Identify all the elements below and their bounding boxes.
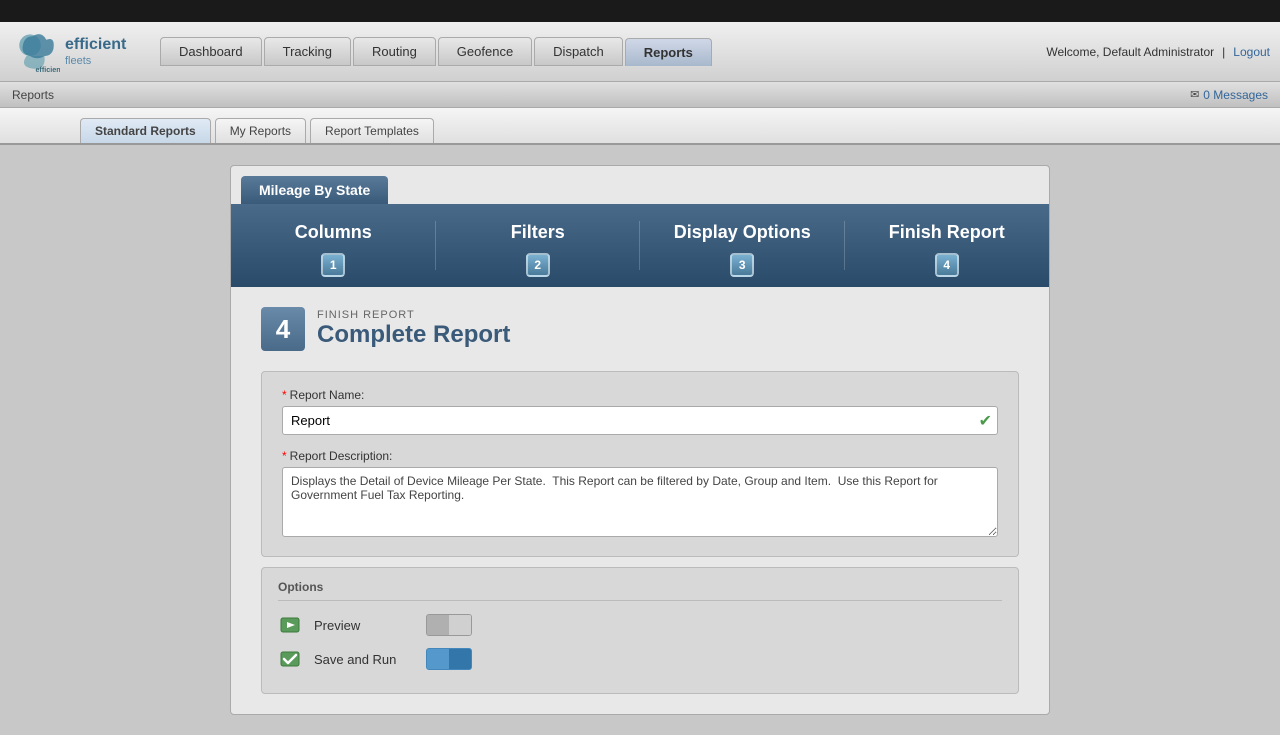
- wizard-step-filters[interactable]: Filters 2: [436, 204, 641, 287]
- wizard-step-display[interactable]: Display Options 3: [640, 204, 845, 287]
- required-star-desc: *: [282, 449, 287, 463]
- messages-area: ✉ 0 Messages: [1190, 88, 1268, 102]
- brand-name-fleets: fleets: [65, 55, 126, 68]
- report-name-wrapper: ✔: [282, 406, 998, 435]
- step-columns-label: Columns: [241, 222, 426, 243]
- top-bar: [0, 0, 1280, 22]
- checkmark-icon: ✔: [979, 411, 992, 431]
- save-run-label: Save and Run: [314, 652, 414, 667]
- toggle-off-half: [427, 615, 449, 635]
- logout-link[interactable]: Logout: [1233, 45, 1270, 59]
- header: efficient fleets efficient fleets Dashbo…: [0, 22, 1280, 82]
- preview-icon: [278, 613, 302, 637]
- envelope-icon: ✉: [1190, 88, 1199, 101]
- preview-svg-icon: [279, 614, 301, 636]
- preview-toggle[interactable]: [426, 614, 472, 636]
- step-title-col: FINISH REPORT Complete Report: [317, 309, 510, 349]
- logo-area: efficient fleets efficient fleets: [10, 29, 160, 74]
- report-card: Mileage By State Columns 1 Filters 2 Dis…: [230, 165, 1050, 715]
- form-area: *Report Name: ✔ *Report Description: Dis…: [261, 371, 1019, 557]
- step-filters-label: Filters: [446, 222, 631, 243]
- report-name-label: *Report Name:: [282, 388, 998, 402]
- step-finish-badge: 4: [935, 253, 959, 277]
- separator-icon: |: [1222, 45, 1225, 59]
- save-run-toggle[interactable]: [426, 648, 472, 670]
- wizard-step-columns[interactable]: Columns 1: [231, 204, 436, 287]
- nav-tab-geofence[interactable]: Geofence: [438, 37, 532, 66]
- sub-tab-standard[interactable]: Standard Reports: [80, 118, 211, 143]
- options-section: Options Preview: [261, 567, 1019, 694]
- finish-report-label: FINISH REPORT: [317, 309, 510, 321]
- nav-tab-routing[interactable]: Routing: [353, 37, 436, 66]
- nav-tab-tracking[interactable]: Tracking: [264, 37, 351, 66]
- step-number-row: 4 FINISH REPORT Complete Report: [261, 307, 1019, 351]
- save-run-svg-icon: [279, 648, 301, 670]
- nav-tab-dashboard[interactable]: Dashboard: [160, 37, 262, 66]
- logo-icon: efficient fleets: [10, 29, 60, 74]
- nav-tab-dispatch[interactable]: Dispatch: [534, 37, 623, 66]
- header-right: Welcome, Default Administrator | Logout: [1046, 45, 1270, 59]
- big-step-number: 4: [261, 307, 305, 351]
- report-description-input[interactable]: Displays the Detail of Device Mileage Pe…: [282, 467, 998, 537]
- report-title: Mileage By State: [241, 176, 388, 204]
- sub-tab-templates[interactable]: Report Templates: [310, 118, 434, 143]
- report-name-input[interactable]: [282, 406, 998, 435]
- complete-title: Complete Report: [317, 321, 510, 349]
- save-run-icon: [278, 647, 302, 671]
- wizard-step-finish[interactable]: Finish Report 4: [845, 204, 1050, 287]
- brand-name-efficient: efficient: [65, 35, 126, 54]
- step-display-label: Display Options: [650, 222, 835, 243]
- toggle-on-right: [449, 649, 471, 669]
- breadcrumb: Reports: [12, 88, 54, 102]
- sub-tabs-bar: Standard Reports My Reports Report Templ…: [0, 108, 1280, 145]
- toggle-on-left: [427, 649, 449, 669]
- preview-label: Preview: [314, 618, 414, 633]
- breadcrumb-bar: Reports ✉ 0 Messages: [0, 82, 1280, 108]
- save-run-option-row: Save and Run: [278, 647, 1002, 671]
- report-description-label: *Report Description:: [282, 449, 998, 463]
- preview-option-row: Preview: [278, 613, 1002, 637]
- messages-link[interactable]: 0 Messages: [1203, 88, 1268, 102]
- welcome-text: Welcome, Default Administrator: [1046, 45, 1214, 59]
- step-filters-badge: 2: [526, 253, 550, 277]
- step-finish-label: Finish Report: [855, 222, 1040, 243]
- svg-text:efficient: efficient: [35, 65, 60, 74]
- step-display-badge: 3: [730, 253, 754, 277]
- sub-tab-my[interactable]: My Reports: [215, 118, 306, 143]
- complete-section: 4 FINISH REPORT Complete Report *Report …: [231, 287, 1049, 714]
- main-content: Mileage By State Columns 1 Filters 2 Dis…: [0, 145, 1280, 735]
- required-star-name: *: [282, 388, 287, 402]
- step-columns-badge: 1: [321, 253, 345, 277]
- toggle-on-half: [449, 615, 471, 635]
- options-title: Options: [278, 580, 1002, 601]
- step-wizard: Columns 1 Filters 2 Display Options 3 Fi…: [231, 204, 1049, 287]
- nav-tab-reports[interactable]: Reports: [625, 38, 712, 66]
